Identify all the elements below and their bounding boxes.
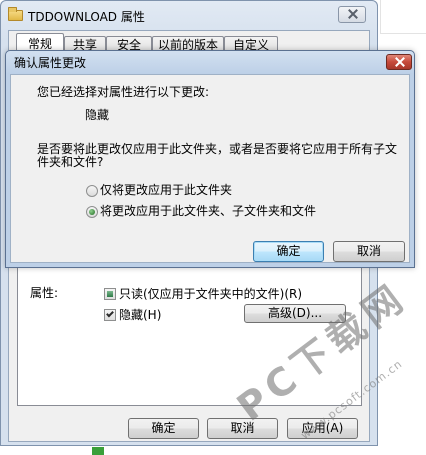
dialog-ok-button[interactable]: 确定	[253, 241, 324, 262]
checkmark-icon	[106, 309, 114, 318]
tab-general[interactable]: 常规	[16, 33, 64, 51]
dialog-title: 确认属性更改	[14, 56, 87, 70]
advanced-button[interactable]: 高级(D)...	[244, 304, 346, 323]
cancel-button[interactable]: 取消	[207, 418, 278, 439]
tab-security[interactable]: 安全	[106, 36, 152, 52]
indeterminate-mark-icon	[107, 291, 113, 297]
background-page-panel	[380, 0, 426, 34]
dialog-question-text: 是否要将此更改仅应用于此文件夹，或者是否要将它应用于所有子文件夹和文件?	[37, 142, 398, 169]
window-close-button[interactable]	[338, 6, 366, 23]
radio-folder-subfolders-files[interactable]	[86, 206, 98, 218]
ok-button[interactable]: 确定	[128, 418, 199, 439]
radio-dot-icon	[89, 209, 95, 215]
close-icon	[348, 9, 358, 20]
radio-folder-subfolders-files-label[interactable]: 将更改应用于此文件夹、子文件夹和文件	[100, 204, 316, 218]
dialog-content: 您已经选择对属性进行以下更改: 隐藏 是否要将此更改仅应用于此文件夹，或者是否要…	[10, 74, 410, 263]
readonly-label[interactable]: 只读(仅应用于文件夹中的文件)(R)	[119, 287, 302, 301]
dialog-change-item: 隐藏	[85, 108, 110, 122]
tab-previous-versions[interactable]: 以前的版本	[152, 36, 224, 52]
dialog-close-button[interactable]	[386, 54, 412, 70]
hidden-checkbox[interactable]	[104, 309, 116, 321]
apply-button[interactable]: 应用(A)	[287, 418, 358, 439]
tab-customize[interactable]: 自定义	[224, 36, 278, 52]
confirm-attribute-changes-dialog: 确认属性更改 您已经选择对属性进行以下更改: 隐藏 是否要将此更改仅应用于此文件…	[5, 50, 415, 268]
radio-this-folder-only-label[interactable]: 仅将更改应用于此文件夹	[100, 183, 232, 197]
folder-icon	[8, 7, 23, 21]
readonly-checkbox[interactable]	[104, 288, 116, 300]
dialog-intro-text: 您已经选择对属性进行以下更改:	[37, 85, 210, 99]
close-icon	[395, 57, 405, 68]
attributes-label: 属性:	[30, 286, 59, 300]
window-title: TDDOWNLOAD 属性	[28, 10, 145, 24]
dialog-cancel-button[interactable]: 取消	[333, 241, 405, 262]
radio-this-folder-only[interactable]	[86, 185, 98, 197]
tab-sharing[interactable]: 共享	[64, 36, 106, 52]
background-app-icon	[92, 447, 104, 455]
hidden-label[interactable]: 隐藏(H)	[119, 308, 161, 322]
